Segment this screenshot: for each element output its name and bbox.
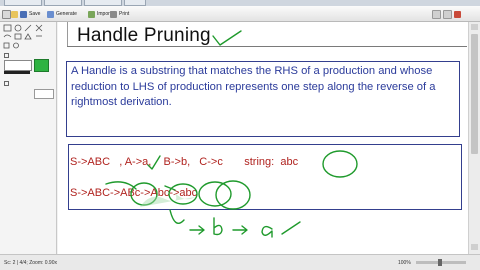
status-bar: Sc: 2 | 4/4; Zoom: 0.90x 100%	[0, 254, 480, 270]
import-button[interactable]: Import	[88, 9, 111, 19]
stroke-option[interactable]	[4, 52, 12, 58]
eraser-tool-icon	[35, 24, 43, 32]
fill-option[interactable]	[4, 80, 9, 86]
close-icon[interactable]	[454, 10, 461, 18]
folder-icon	[11, 10, 18, 18]
generate-button[interactable]: Generate	[47, 9, 77, 19]
color-tool-icon	[3, 42, 10, 49]
string-label: string:	[244, 156, 275, 168]
definition-box[interactable]: A Handle is a substring that matches the…	[66, 61, 460, 137]
import-icon	[88, 10, 95, 18]
title-divider	[67, 22, 68, 46]
generate-label: Generate	[56, 11, 77, 17]
pen-color-swatch[interactable]	[34, 59, 49, 72]
status-left: Sc: 2 | 4/4; Zoom: 0.90x	[4, 260, 57, 266]
string-value: abc	[280, 156, 299, 168]
fill-checkbox[interactable]	[4, 80, 9, 86]
fill-color-dropdown[interactable]	[34, 89, 54, 99]
vertical-scrollbar[interactable]	[468, 22, 480, 254]
rect-tool-icon	[14, 33, 22, 40]
slide-title: Handle Pruning	[77, 25, 211, 46]
new-icon	[2, 9, 11, 19]
toolbar: Save Generate Import Print	[0, 6, 480, 22]
minimize-icon[interactable]	[432, 9, 441, 19]
window-tools	[432, 9, 463, 19]
stroke-checkbox[interactable]	[4, 52, 9, 58]
select-tool-icon	[3, 24, 12, 32]
scroll-up-icon[interactable]	[471, 24, 478, 30]
derivation-line: S->ABC->ABc->Abc->abc	[70, 187, 198, 199]
save-label: Save	[29, 11, 41, 17]
open-button[interactable]	[11, 9, 20, 19]
tool-panel	[0, 22, 57, 254]
print-label: Print	[119, 11, 130, 17]
zoom-level[interactable]: 100%	[398, 260, 411, 266]
restore-icon[interactable]	[443, 9, 452, 19]
zoom-slider-thumb[interactable]	[438, 259, 442, 266]
example-box[interactable]	[68, 144, 462, 210]
zoom-slider[interactable]	[416, 259, 466, 266]
dot-tool-icon	[13, 42, 19, 49]
productions-line: S->ABC , A->a, B->b, C->c string: abc	[70, 156, 298, 168]
definition-text: A Handle is a substring that matches the…	[71, 65, 436, 109]
print-button[interactable]: Print	[110, 9, 129, 19]
scroll-down-icon[interactable]	[471, 244, 478, 250]
ellipse-tool-icon	[14, 24, 22, 32]
pen-tool-icon	[3, 34, 12, 38]
title-underline	[67, 46, 467, 47]
generate-icon	[47, 10, 54, 18]
save-icon	[20, 10, 27, 18]
scroll-thumb[interactable]	[471, 34, 478, 154]
save-button[interactable]: Save	[20, 9, 40, 19]
print-icon	[110, 10, 117, 18]
shape-tool-icon	[24, 33, 32, 40]
stroke-preview	[4, 71, 30, 74]
slide-canvas[interactable]	[58, 22, 468, 254]
productions-text: S->ABC , A->a, B->b, C->c	[70, 156, 223, 168]
line-tool-icon	[24, 24, 32, 32]
stroke-width-field[interactable]	[4, 60, 32, 71]
